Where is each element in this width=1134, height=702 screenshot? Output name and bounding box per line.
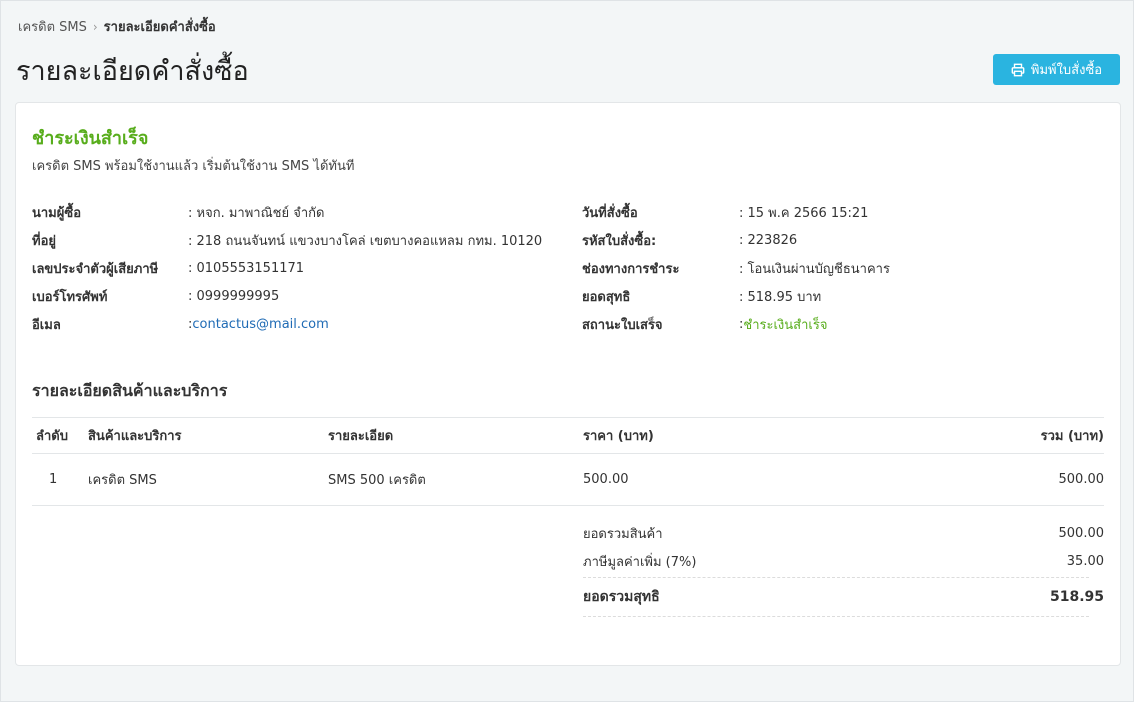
breadcrumb-current: รายละเอียดคำสั่งซื้อ [103,20,216,35]
info-value: : หจก. มาพาณิชย์ จำกัด [188,205,325,221]
summary-net-label: ยอดรวมสุทธิ [583,589,660,605]
info-label: ที่อยู่ [32,233,56,249]
info-value: : 223826 [739,232,798,248]
info-row-address: ที่อยู่ : 218 ถนนจันทน์ แขวงบางโคล่ เขตบ… [32,226,542,254]
info-row-order-id: รหัสใบสั่งซื้อ: : 223826 [582,226,890,254]
column-header-product: สินค้าและบริการ [88,417,328,454]
info-value: : 518.95 บาท [739,289,822,305]
order-items-table: ลำดับ สินค้าและบริการ รายละเอียด ราคา (บ… [32,417,1104,506]
info-label: ยอดสุทธิ [582,289,631,305]
order-info: วันที่สั่งซื้อ : 15 พ.ค 2566 15:21 รหัสใ… [582,198,890,338]
info-value: : 15 พ.ค 2566 15:21 [739,205,869,221]
info-label: สถานะใบเสร็จ [582,317,663,333]
print-order-label: พิมพ์ใบสั่งซื้อ [1030,63,1103,78]
info-label: เบอร์โทรศัพท์ [32,289,108,305]
email-link[interactable]: contactus@mail.com [192,317,328,332]
summary-net-row: ยอดรวมสุทธิ 518.95 [583,577,1104,617]
info-label: วันที่สั่งซื้อ [582,205,638,221]
column-header-total: รวม (บาท) [883,417,1104,454]
info-label: นามผู้ซื้อ [32,205,82,221]
info-row-buyer-name: นามผู้ซื้อ : หจก. มาพาณิชย์ จำกัด [32,198,542,226]
info-label: อีเมล [32,317,61,333]
breadcrumb-link-sms-credit[interactable]: เครดิต SMS [18,16,87,37]
info-row-receipt-status: สถานะใบเสร็จ : ชำระเงินสำเร็จ [582,310,890,338]
column-header-detail: รายละเอียด [328,417,583,454]
info-row-order-date: วันที่สั่งซื้อ : 15 พ.ค 2566 15:21 [582,198,890,226]
info-value: : 0105553151171 [188,260,305,276]
page-title: รายละเอียดคำสั่งซื้อ [16,56,249,87]
summary-subtotal-label: ยอดรวมสินค้า [583,526,663,542]
summary-vat-label: ภาษีมูลค่าเพิ่ม (7%) [583,554,697,570]
buyer-info: นามผู้ซื้อ : หจก. มาพาณิชย์ จำกัด ที่อยู… [32,198,542,338]
info-label: ช่องทางการชำระ [582,261,680,277]
table-header-row: ลำดับ สินค้าและบริการ รายละเอียด ราคา (บ… [32,417,1104,454]
summary-subtotal-value: 500.00 [1058,525,1105,541]
info-row-phone: เบอร์โทรศัพท์ : 0999999995 [32,282,542,310]
info-row-email: อีเมล : contactus@mail.com [32,310,542,338]
payment-status-title: ชำระเงินสำเร็จ [32,128,149,149]
cell-total: 500.00 [883,453,1104,506]
info-label: เลขประจำตัวผู้เสียภาษี [32,261,159,277]
order-summary: ยอดรวมสินค้า 500.00 ภาษีมูลค่าเพิ่ม (7%)… [583,519,1104,617]
column-header-no: ลำดับ [32,417,88,454]
info-value: : 218 ถนนจันทน์ แขวงบางโคล่ เขตบางคอแหลม… [188,233,543,249]
summary-net-value: 518.95 [1049,589,1104,605]
summary-vat-value: 35.00 [1066,553,1104,569]
info-label: รหัสใบสั่งซื้อ: [582,233,657,249]
cell-product: เครดิต SMS [88,453,328,506]
info-row-payment-method: ช่องทางการชำระ : โอนเงินผ่านบัญชีธนาคาร [582,254,890,282]
summary-vat-row: ภาษีมูลค่าเพิ่ม (7%) 35.00 [583,547,1104,575]
info-row-tax-id: เลขประจำตัวผู้เสียภาษี : 0105553151171 [32,254,542,282]
cell-no: 1 [32,453,88,506]
breadcrumb: เครดิต SMS › รายละเอียดคำสั่งซื้อ [18,16,216,37]
print-order-button[interactable]: พิมพ์ใบสั่งซื้อ [993,54,1120,85]
info-value: : โอนเงินผ่านบัญชีธนาคาร [739,261,890,277]
info-value: : 0999999995 [188,288,280,304]
printer-icon [1011,63,1025,76]
column-header-price: ราคา (บาท) [583,417,883,454]
cell-price: 500.00 [583,453,883,506]
receipt-status-badge: ชำระเงินสำเร็จ [743,317,828,333]
cell-detail: SMS 500 เครดิต [328,453,583,506]
items-section-title: รายละเอียดสินค้าและบริการ [32,381,228,400]
payment-status-description: เครดิต SMS พร้อมใช้งานแล้ว เริ่มต้นใช้งา… [32,159,355,174]
order-detail-card: ชำระเงินสำเร็จ เครดิต SMS พร้อมใช้งานแล้… [15,102,1121,666]
info-row-net-total: ยอดสุทธิ : 518.95 บาท [582,282,890,310]
chevron-right-icon: › [92,19,98,34]
summary-subtotal-row: ยอดรวมสินค้า 500.00 [583,519,1104,547]
table-row: 1 เครดิต SMS SMS 500 เครดิต 500.00 500.0… [32,453,1104,506]
